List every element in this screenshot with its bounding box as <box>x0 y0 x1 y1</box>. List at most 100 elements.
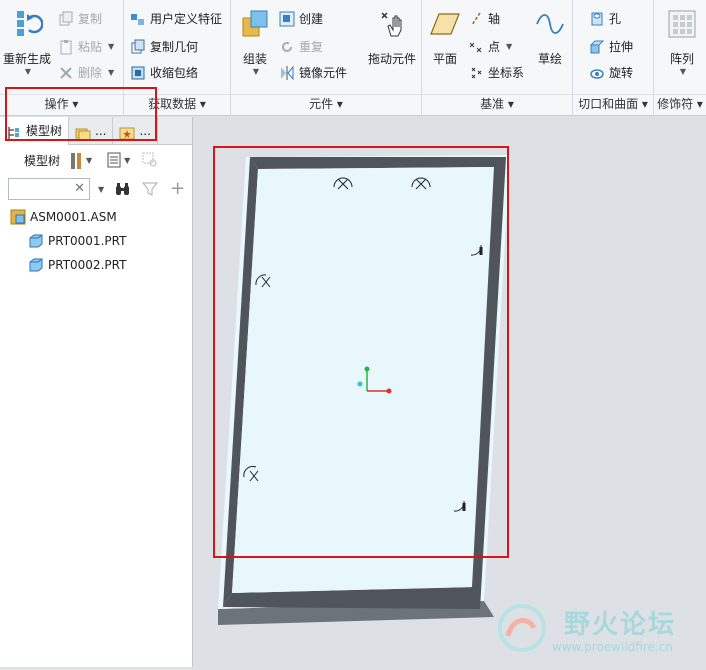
binoculars-icon[interactable] <box>114 181 130 197</box>
tools-icon <box>68 152 84 169</box>
assembly-icon <box>10 209 26 225</box>
chevron-down-icon: ▼ <box>108 42 115 51</box>
extrude-icon <box>589 39 605 55</box>
extrude-button[interactable]: 拉伸 <box>589 36 633 58</box>
forum-watermark: 野火论坛 www.proewildfire.cn <box>494 598 706 667</box>
paste-button[interactable]: 粘贴 ▼ <box>58 36 114 58</box>
revolve-label: 旋转 <box>609 66 634 80</box>
create-icon <box>279 11 295 27</box>
revolve-button[interactable]: 旋转 <box>589 62 633 84</box>
pattern-label: 阵列 <box>669 52 694 66</box>
part-icon <box>28 257 44 273</box>
drag-component-button[interactable]: 拖动元件 <box>365 8 419 67</box>
tree-filter-disabled-icon[interactable] <box>142 152 158 168</box>
hand-drag-icon <box>376 8 408 40</box>
paste-label: 粘贴 <box>78 40 103 54</box>
group-label-datum[interactable]: 基准 ▾ <box>422 94 572 112</box>
revolve-icon <box>589 65 605 81</box>
tree-item-label: PRT0002.PRT <box>48 258 127 272</box>
chevron-down-icon: ▼ <box>86 155 93 165</box>
pattern-button[interactable]: 阵列 ▼ <box>662 8 702 76</box>
model-tree-panel: 模型树 ... ... 模型树 ▼ ▼ ✕ ▼ + ASM0001.ASM PR… <box>0 117 193 667</box>
regenerate-label: 重新生成 <box>2 52 51 66</box>
assemble-label: 组装 <box>242 52 267 66</box>
copy-icon <box>58 11 74 27</box>
watermark-title: 野火论坛 <box>564 610 677 640</box>
axis-button[interactable]: 轴 <box>468 8 500 30</box>
tree-toolbar-label: 模型树 <box>24 153 61 168</box>
mirror-component-button[interactable]: 镜像元件 <box>279 62 347 84</box>
chevron-down-icon: ▼ <box>108 68 115 77</box>
chevron-down-icon: ▼ <box>679 67 687 76</box>
tree-item-assembly[interactable]: ASM0001.ASM <box>0 205 192 229</box>
search-input[interactable]: ✕ <box>8 178 90 200</box>
delete-button[interactable]: 删除 ▼ <box>58 62 114 84</box>
chevron-down-icon: ▼ <box>252 67 260 76</box>
copy-label: 复制 <box>78 12 103 26</box>
highlight-box-tree <box>5 87 157 141</box>
hole-label: 孔 <box>609 12 622 26</box>
csys-icon <box>468 65 484 81</box>
tree-item-part-2[interactable]: PRT0002.PRT <box>0 253 192 277</box>
tree-item-label: PRT0001.PRT <box>48 234 127 248</box>
copy-geometry-label: 复制几何 <box>150 40 199 54</box>
copy-geometry-icon <box>130 39 146 55</box>
plane-icon <box>429 8 461 40</box>
search-row: ✕ ▼ + <box>0 175 192 203</box>
shrinkwrap-icon <box>130 65 146 81</box>
regenerate-button[interactable]: 重新生成 ▼ <box>2 8 52 76</box>
tree-item-label: ASM0001.ASM <box>30 210 117 224</box>
axis-icon <box>468 11 484 27</box>
point-button[interactable]: 点 ▼ <box>468 36 512 58</box>
chevron-down-icon[interactable]: ▼ <box>98 185 104 194</box>
assemble-icon <box>239 8 271 40</box>
group-label-modifiers[interactable]: 修饰符 ▾ <box>654 94 706 112</box>
clear-icon[interactable]: ✕ <box>74 181 85 196</box>
tree-settings-button[interactable]: ▼ <box>68 152 93 169</box>
axis-label: 轴 <box>488 12 501 26</box>
group-cut-surface: 孔 拉伸 旋转 切口和曲面 ▾ <box>573 0 654 116</box>
group-component: 组装 ▼ 创建 重复 镜像元件 拖动元件 元件 ▾ <box>231 0 422 116</box>
delete-icon <box>58 65 74 81</box>
add-icon[interactable]: + <box>170 180 185 198</box>
group-label-component[interactable]: 元件 ▾ <box>231 94 421 112</box>
model-tree: ASM0001.ASM PRT0001.PRT PRT0002.PRT <box>0 205 192 277</box>
repeat-icon <box>279 39 295 55</box>
copy-geometry-button[interactable]: 复制几何 <box>130 36 198 58</box>
delete-label: 删除 <box>78 66 103 80</box>
sketch-button[interactable]: 草绘 <box>530 8 570 67</box>
hole-icon <box>589 11 605 27</box>
sketch-label: 草绘 <box>537 52 562 66</box>
chevron-down-icon: ▼ <box>506 42 513 51</box>
create-button[interactable]: 创建 <box>279 8 323 30</box>
regenerate-icon <box>11 8 44 40</box>
csys-button[interactable]: 坐标系 <box>468 62 524 84</box>
filter-icon[interactable] <box>142 181 159 197</box>
assemble-button[interactable]: 组装 ▼ <box>237 8 273 76</box>
shrinkwrap-label: 收缩包络 <box>150 66 199 80</box>
plane-button[interactable]: 平面 <box>428 8 462 67</box>
extrude-label: 拉伸 <box>609 40 634 54</box>
mirror-icon <box>279 65 295 81</box>
repeat-label: 重复 <box>299 40 324 54</box>
group-datum: 平面 轴 点 ▼ 坐标系 草绘 基准 ▾ <box>422 0 573 116</box>
list-icon <box>106 152 122 168</box>
group-modifiers: 阵列 ▼ 修饰符 ▾ <box>654 0 706 116</box>
tree-toolbar: 模型树 ▼ ▼ <box>0 145 192 175</box>
group-label-cut-surface[interactable]: 切口和曲面 ▾ <box>573 94 653 112</box>
udf-button[interactable]: 用户定义特征 <box>130 8 222 30</box>
udf-label: 用户定义特征 <box>150 12 223 26</box>
tree-item-part-1[interactable]: PRT0001.PRT <box>0 229 192 253</box>
chevron-down-icon: ▼ <box>24 67 32 76</box>
shrinkwrap-button[interactable]: 收缩包络 <box>130 62 198 84</box>
chevron-down-icon: ▼ <box>124 155 131 165</box>
csys-label: 坐标系 <box>488 66 525 80</box>
repeat-button[interactable]: 重复 <box>279 36 323 58</box>
pattern-icon <box>666 8 698 40</box>
hole-button[interactable]: 孔 <box>589 8 621 30</box>
copy-button[interactable]: 复制 <box>58 8 102 30</box>
udf-icon <box>130 11 146 27</box>
point-icon <box>468 39 484 55</box>
tree-show-button[interactable]: ▼ <box>106 152 130 168</box>
part-icon <box>28 233 44 249</box>
